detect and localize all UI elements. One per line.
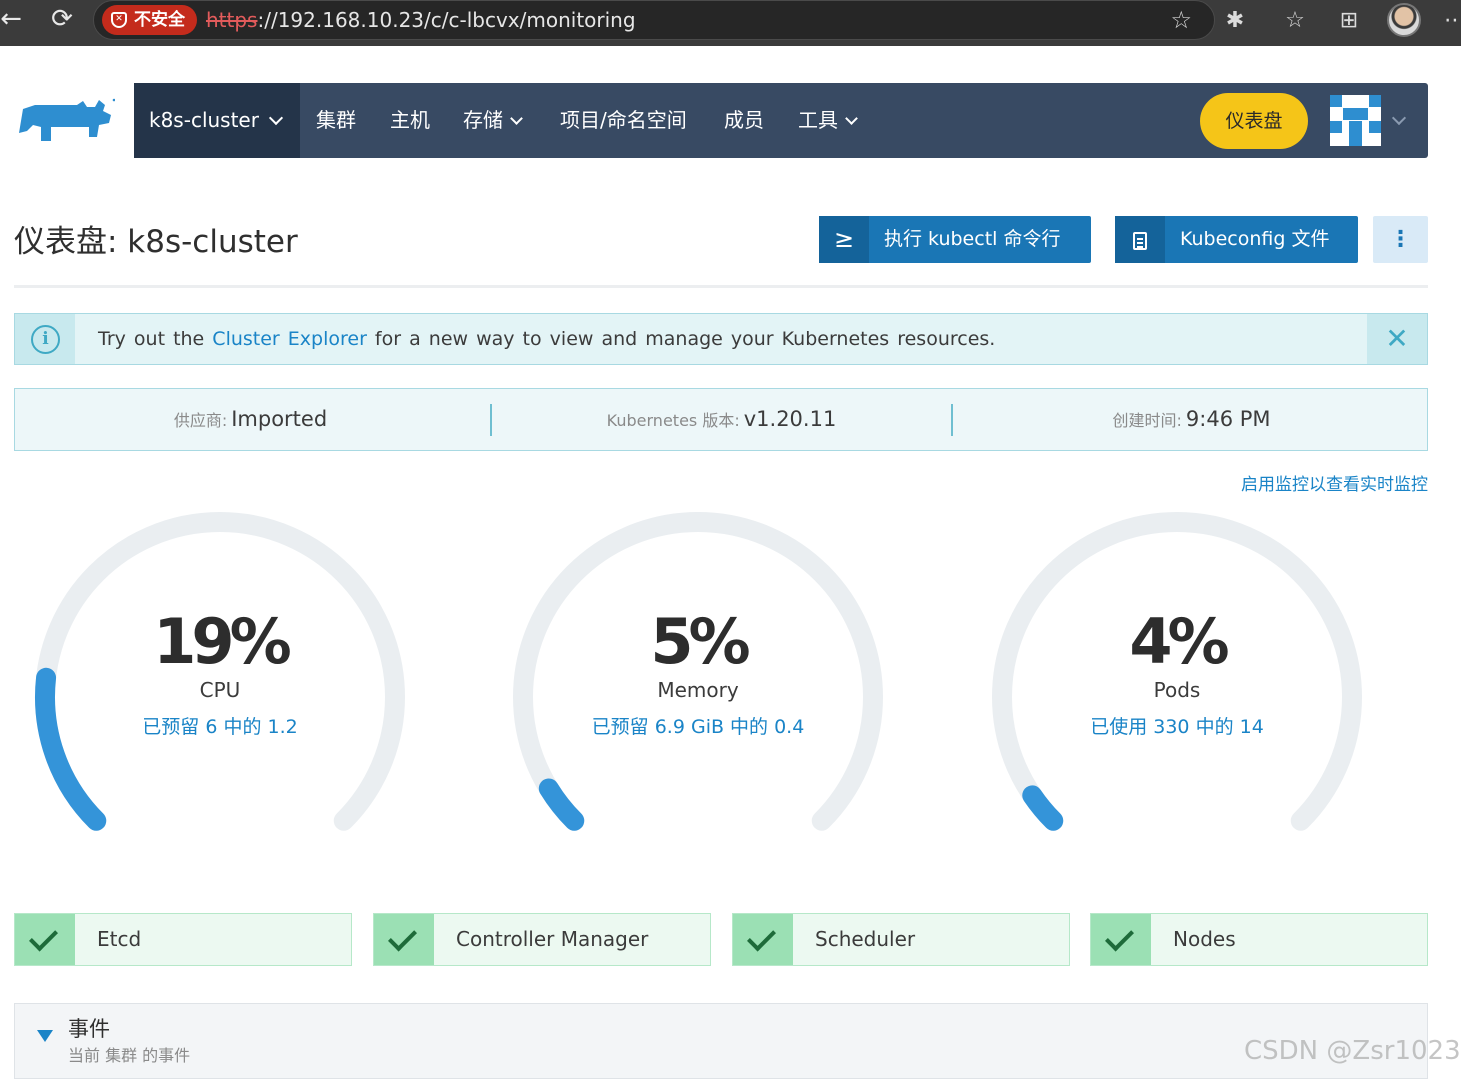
security-warning-badge[interactable]: ✕ 不安全 [102,5,197,35]
close-icon[interactable]: ✕ [1367,314,1427,364]
reload-icon[interactable]: ⟳ [45,4,79,34]
memory-gauge: 5% Memory 已预留 6.9 GiB 中的 0.4 [498,510,898,840]
user-avatar[interactable] [1330,95,1381,146]
dashboard-button[interactable]: 仪表盘 [1200,93,1308,149]
gauge-detail: 已预留 6.9 GiB 中的 0.4 [591,716,805,738]
extensions-icon[interactable]: ✱ [1220,6,1250,36]
document-icon [1115,216,1165,263]
more-actions-button[interactable]: ⋮ [1373,216,1428,263]
created-time-info: 创建时间: 9:46 PM [1112,407,1271,431]
user-menu-chevron-icon[interactable] [1391,110,1407,126]
rancher-logo-icon[interactable] [15,97,115,147]
gauge-detail: 已使用 330 中的 14 [1090,716,1264,738]
checkmark-icon [1091,914,1151,965]
checkmark-icon [374,914,434,965]
nav-item-storage[interactable]: 存储 [463,83,523,158]
url-text: https://192.168.10.23/c/c-lbcvx/monitori… [206,8,636,32]
events-section[interactable]: 事件 当前 集群 的事件 [14,1003,1428,1079]
collapse-triangle-icon[interactable] [37,1030,53,1042]
banner-message: Try out the Cluster Explorer for a new w… [98,328,996,350]
gauge-title: CPU [199,678,241,702]
shield-warning-icon: ✕ [111,12,127,28]
gauge-fill [538,778,585,831]
header-divider [14,285,1428,288]
watermark: CSDN @Zsr1023 [1244,1036,1461,1066]
collections-icon[interactable]: ⊞ [1334,6,1364,36]
gauge-detail: 已预留 6 中的 1.2 [142,716,298,738]
browser-toolbar: ← ⟳ ✕ 不安全 https://192.168.10.23/c/c-lbcv… [0,0,1461,46]
gauge-value: 5% [650,605,750,678]
info-icon: i [31,325,60,354]
checkmark-icon [733,914,793,965]
terminal-prompt-icon: ≥ [819,216,869,263]
kubernetes-version-info: Kubernetes 版本: v1.20.11 [606,407,837,431]
component-status-scheduler: Scheduler [732,913,1070,966]
gauge-value: 19% [153,605,291,678]
enable-monitoring-link[interactable]: 启用监控以查看实时监控 [1241,470,1428,495]
more-menu-icon[interactable]: ⋯ [1440,6,1461,36]
browser-profile-avatar[interactable] [1387,3,1421,37]
nav-item-members[interactable]: 成员 [724,83,764,158]
gauge-fill [1022,785,1064,831]
chevron-down-icon [268,110,284,126]
pods-gauge: 4% Pods 已使用 330 中的 14 [977,510,1377,840]
address-bar[interactable]: ✕ 不安全 https://192.168.10.23/c/c-lbcvx/mo… [93,0,1215,40]
nav-item-projects[interactable]: 项目/命名空间 [560,83,687,158]
component-status-controller-manager: Controller Manager [373,913,711,966]
component-status-nodes: Nodes [1090,913,1428,966]
nav-item-cluster[interactable]: 集群 [316,83,356,158]
back-arrow-icon[interactable]: ← [0,4,28,34]
nav-item-tools[interactable]: 工具 [798,83,858,158]
cluster-explorer-banner: i Try out the Cluster Explorer for a new… [14,313,1428,365]
checkmark-icon [15,914,75,965]
chevron-down-icon [845,112,858,125]
gauge-title: Memory [657,678,739,702]
gauge-title: Pods [1153,678,1201,702]
favorites-list-icon[interactable]: ☆ [1280,6,1310,36]
cluster-info-bar: 供应商: Imported Kubernetes 版本: v1.20.11 创建时间… [14,388,1428,451]
events-subtitle: 当前 集群 的事件 [68,1046,191,1065]
nav-item-nodes[interactable]: 主机 [390,83,430,158]
cluster-explorer-link[interactable]: Cluster Explorer [212,328,367,350]
kubeconfig-button[interactable]: Kubeconfig 文件 [1115,216,1358,263]
page-title: 仪表盘: k8s-cluster [14,224,298,260]
cpu-gauge: 19% CPU 已预留 6 中的 1.2 [20,510,420,840]
gauge-value: 4% [1129,605,1229,678]
chevron-down-icon [510,112,523,125]
events-title: 事件 [68,1017,110,1041]
component-status-etcd: Etcd [14,913,352,966]
favorite-star-icon[interactable]: ☆ [1170,3,1192,37]
kubectl-shell-button[interactable]: ≥ 执行 kubectl 命令行 [819,216,1091,263]
main-navigation: k8s-cluster 集群 主机 存储 项目/命名空间 成员 工具 仪表盘 [134,83,1428,158]
cluster-selector[interactable]: k8s-cluster [134,83,300,158]
provider-info: 供应商: Imported [173,407,328,431]
